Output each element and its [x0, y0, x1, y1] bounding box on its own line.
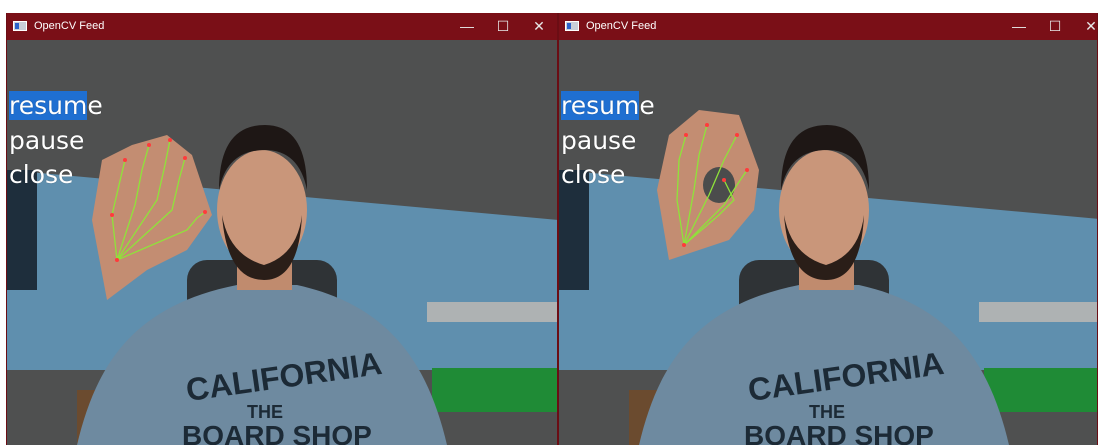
title-bar[interactable]: OpenCV Feed — ☐ ✕: [7, 13, 557, 40]
menu-resume-rest: e: [87, 91, 103, 120]
maximize-button[interactable]: ☐: [485, 13, 521, 40]
menu-option-resume[interactable]: resume: [561, 91, 655, 120]
minimize-button[interactable]: —: [449, 13, 485, 40]
menu-resume-highlight: resum: [561, 91, 640, 120]
menu-option-close[interactable]: close: [9, 161, 73, 189]
title-bar[interactable]: OpenCV Feed — ☐ ✕: [559, 13, 1097, 40]
opencv-window-left[interactable]: OpenCV Feed — ☐ ✕ CALIFORNIA THE BOARD S…: [6, 13, 558, 445]
app-window-icon: [565, 21, 579, 31]
opencv-window-right[interactable]: OpenCV Feed — ☐ ✕ CALIFORNIA THE BOARD S…: [558, 13, 1098, 445]
camera-feed: CALIFORNIA THE BOARD SHOP resume pause c…: [7, 40, 557, 445]
window-title: OpenCV Feed: [586, 20, 657, 32]
shirt-text-middle: THE: [247, 402, 283, 422]
window-title: OpenCV Feed: [34, 20, 105, 32]
shirt-text-bottom: BOARD SHOP: [744, 420, 934, 445]
menu-option-pause[interactable]: pause: [9, 127, 84, 155]
close-button[interactable]: ✕: [521, 13, 557, 40]
shelf-items: [427, 302, 557, 322]
shirt-text-middle: THE: [809, 402, 845, 422]
maximize-button[interactable]: ☐: [1037, 13, 1073, 40]
menu-option-close[interactable]: close: [561, 161, 625, 189]
minimize-button[interactable]: —: [1001, 13, 1037, 40]
menu-option-pause[interactable]: pause: [561, 127, 636, 155]
app-window-icon: [13, 21, 27, 31]
shelf-items: [979, 302, 1097, 322]
green-box: [984, 368, 1097, 412]
menu-option-resume[interactable]: resume: [9, 91, 103, 120]
menu-resume-highlight: resum: [9, 91, 88, 120]
menu-resume-rest: e: [639, 91, 655, 120]
green-box: [432, 368, 557, 412]
close-button[interactable]: ✕: [1073, 13, 1097, 40]
shirt-text-bottom: BOARD SHOP: [182, 420, 372, 445]
camera-feed: CALIFORNIA THE BOARD SHOP resume pause c…: [559, 40, 1097, 445]
